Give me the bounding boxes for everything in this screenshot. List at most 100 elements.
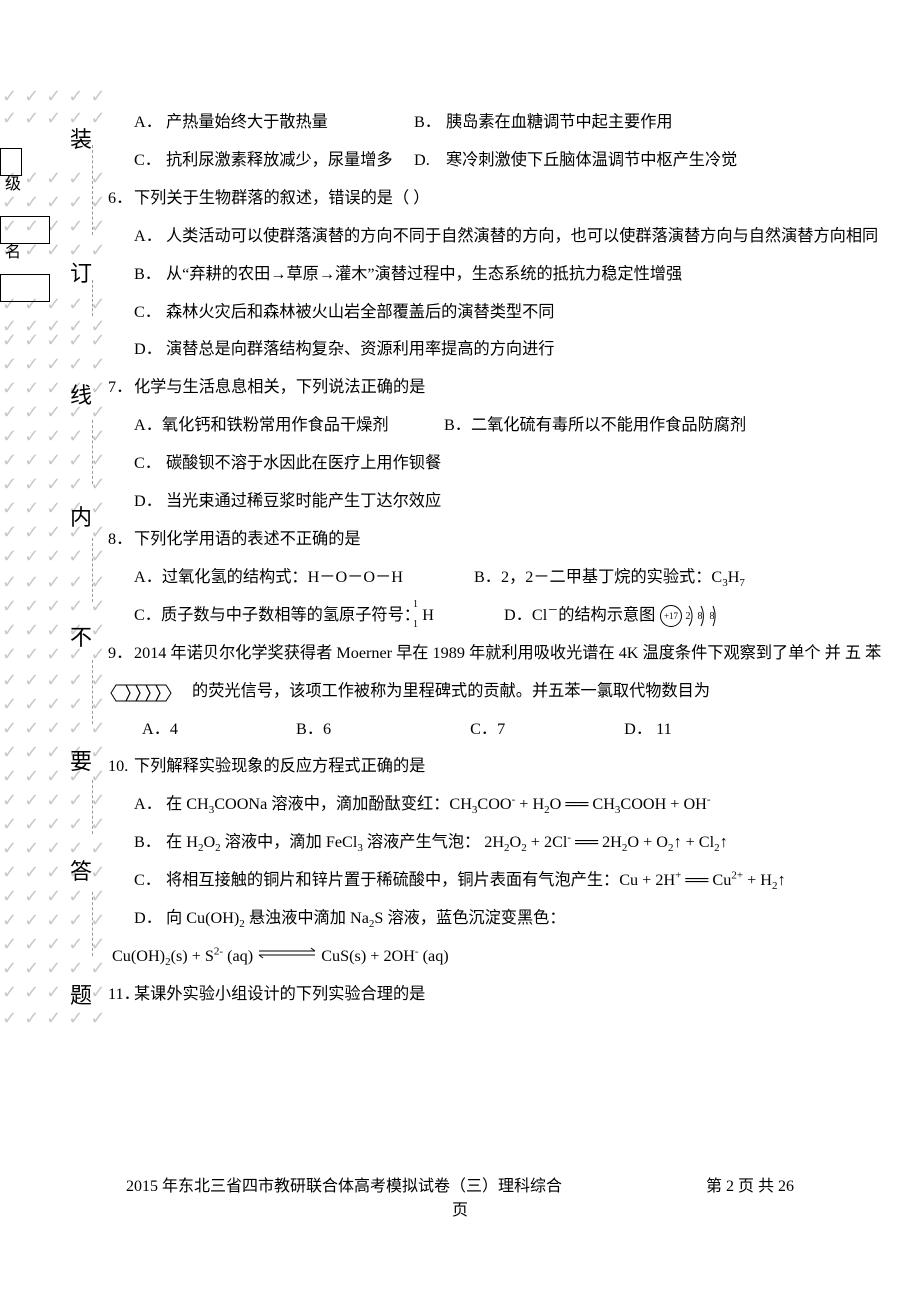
q6-stem: 下列关于生物群落的叙述，错误的是（ ） <box>134 180 908 218</box>
q6-D: 演替总是向群落结构复杂、资源利用率提高的方向进行 <box>166 331 908 369</box>
svg-text:+17: +17 <box>664 611 679 621</box>
q8-B: 2，2－二甲基丁烷的实验式：C3H7 <box>501 559 745 597</box>
q6-C: 森林火灾后和森林被火山岩全部覆盖后的演替类型不同 <box>166 294 908 332</box>
q9-A: 4 <box>170 720 178 738</box>
bg-check-row: ✓ ✓ ✓ ✓ ✓ <box>2 1008 90 1030</box>
q8-B-label: B． <box>474 559 501 597</box>
q10-D: 向 Cu(OH)2 悬浊液中滴加 Na2S 溶液，蓝色沉淀变黑色： <box>166 900 908 938</box>
q6-B: 从“弃耕的农田→草原→灌木”演替过程中，生态系统的抵抗力稳定性增强 <box>166 256 908 294</box>
left-label-a: 级 <box>5 170 21 194</box>
svg-text:8: 8 <box>698 611 703 622</box>
page-footer: 2015 年东北三省四市教研联合体高考模拟试卷（三）理科综合 第 2 页 共 2… <box>0 1172 920 1220</box>
bg-check-row: ✓ ✓ ✓ ✓ ✓ <box>2 330 90 352</box>
left-label-b: 名 <box>5 238 21 262</box>
q10-A: 在 CH3COONa 溶液中，滴加酚酞变红：CH3COO- + H2O ══ C… <box>166 786 908 824</box>
q9-B: 6 <box>323 720 331 738</box>
q9-A-label: A． <box>142 720 170 738</box>
seal-char: 内 <box>70 500 92 532</box>
q5-C-label: C． <box>134 142 166 180</box>
q10-D-label: D． <box>134 900 162 938</box>
q9-num: 9． <box>108 635 132 673</box>
q6-D-label: D． <box>134 331 162 369</box>
q8-stem: 下列化学用语的表述不正确的是 <box>134 521 908 559</box>
bg-check-row: ✓ ✓ ✓ ✓ ✓ <box>2 86 90 108</box>
q6-A-label: A． <box>134 218 162 256</box>
q7-B-label: B． <box>444 407 471 445</box>
q7-C: 碳酸钡不溶于水因此在医疗上用作钡餐 <box>166 445 908 483</box>
q8-C: 质子数与中子数相等的氢原子符号：H11 <box>161 597 434 635</box>
q10-A-label: A． <box>134 786 162 824</box>
q8-A: 过氧化氢的结构式：H－O－O－H <box>162 559 403 597</box>
bg-check-row: ✓ ✓ ✓ ✓ ✓ <box>2 474 90 496</box>
q8-A-label: A． <box>134 559 162 597</box>
atom-diagram-icon: +17 2 8 8 <box>659 602 721 630</box>
pentacene-diagram-icon <box>108 681 188 703</box>
q8-D-label: D． <box>504 597 532 635</box>
bg-check-row: ✓ ✓ ✓ ✓ ✓ <box>2 354 90 376</box>
q10-C-label: C． <box>134 862 161 900</box>
bg-check-row: ✓ ✓ ✓ ✓ ✓ <box>2 958 90 980</box>
q6-num: 6． <box>108 180 132 218</box>
svg-text:8: 8 <box>710 611 715 622</box>
seal-char: 不 <box>70 620 92 652</box>
seal-char: 要 <box>70 744 92 776</box>
q8-D: Cl－的结构示意图 +17 2 <box>532 597 721 635</box>
exam-content: A．产热量始终大于散热量 B．胰岛素在血糖调节中起主要作用 C．抗利尿激素释放减… <box>108 104 908 1014</box>
q9-D: 11 <box>652 720 672 738</box>
bg-check-row: ✓ ✓ ✓ ✓ ✓ <box>2 450 90 472</box>
q5-D: 寒冷刺激使下丘脑体温调节中枢产生冷觉 <box>446 142 737 180</box>
q6-C-label: C． <box>134 294 161 332</box>
q5-B: 胰岛素在血糖调节中起主要作用 <box>446 104 673 142</box>
q11-stem: 某课外实验小组设计的下列实验合理的是 <box>134 976 908 1014</box>
q5-C: 抗利尿激素释放减少，尿量增多 <box>166 142 393 180</box>
q7-A: 氧化钙和铁粉常用作食品干燥剂 <box>162 407 389 445</box>
footer-title: 2015 年东北三省四市教研联合体高考模拟试卷（三）理科综合 <box>126 1172 562 1196</box>
bg-check-row: ✓ ✓ ✓ ✓ ✓ <box>2 910 90 932</box>
seal-char: 装 <box>70 122 92 154</box>
svg-text:2: 2 <box>686 611 691 622</box>
seal-char: 线 <box>70 378 92 410</box>
q9-C-label: C． <box>470 720 497 738</box>
bg-check-row: ✓ ✓ ✓ ✓ ✓ <box>2 790 90 812</box>
q5-B-label: B． <box>414 104 446 142</box>
q5-A: 产热量始终大于散热量 <box>166 104 328 142</box>
q10-num: 10. <box>108 748 128 786</box>
q9-D-label: D． <box>624 720 652 738</box>
q7-stem: 化学与生活息息相关，下列说法正确的是 <box>134 369 908 407</box>
bg-check-row: ✓ ✓ ✓ ✓ ✓ <box>2 934 90 956</box>
bg-check-row: ✓ ✓ ✓ ✓ ✓ <box>2 192 90 214</box>
bg-check-row: ✓ ✓ ✓ ✓ ✓ <box>2 814 90 836</box>
q11-num: 11． <box>108 976 140 1014</box>
q10-B-label: B． <box>134 824 161 862</box>
q9-C: 7 <box>497 720 505 738</box>
bg-check-row: ✓ ✓ ✓ ✓ ✓ <box>2 426 90 448</box>
bg-check-row: ✓ ✓ ✓ ✓ ✓ <box>2 718 90 740</box>
bg-check-row: ✓ ✓ ✓ ✓ ✓ <box>2 670 90 692</box>
q7-B: 二氧化硫有毒所以不能用作食品防腐剂 <box>471 407 746 445</box>
bg-check-row: ✓ ✓ ✓ ✓ ✓ <box>2 694 90 716</box>
bg-check-row: ✓ ✓ ✓ ✓ ✓ <box>2 886 90 908</box>
q10-stem: 下列解释实验现象的反应方程式正确的是 <box>134 748 908 786</box>
q7-D-label: D． <box>134 483 162 521</box>
q8-num: 8． <box>108 521 132 559</box>
q9-stem: 2014 年诺贝尔化学奖获得者 Moerner 早在 1989 年就利用吸收光谱… <box>108 644 881 700</box>
q10-B: 在 H2O2 溶液中，滴加 FeCl3 溶液产生气泡： 2H2O2 + 2Cl-… <box>166 824 908 862</box>
q7-D: 当光束通过稀豆浆时能产生丁达尔效应 <box>166 483 908 521</box>
q7-C-label: C． <box>134 445 161 483</box>
q5-A-label: A． <box>134 104 166 142</box>
q8-C-label: C． <box>134 597 161 635</box>
q10-D-eq: Cu(OH)2(s) + S2- (aq) CuS(s) + 2OH- (aq) <box>112 938 908 976</box>
q10-C: 将相互接触的铜片和锌片置于稀硫酸中，铜片表面有气泡产生：Cu + 2H+ ══ … <box>166 862 908 900</box>
q9-B-label: B． <box>296 720 323 738</box>
q6-B-label: B． <box>134 256 161 294</box>
seal-char: 题 <box>70 978 92 1010</box>
q6-A: 人类活动可以使群落演替的方向不同于自然演替的方向，也可以使群落演替方向与自然演替… <box>166 218 908 256</box>
bg-check-row: ✓ ✓ ✓ ✓ ✓ <box>2 546 90 568</box>
bg-check-row: ✓ ✓ ✓ ✓ ✓ <box>2 572 90 594</box>
q7-num: 7． <box>108 369 132 407</box>
seal-char: 答 <box>70 854 92 886</box>
q7-A-label: A． <box>134 407 162 445</box>
q5-D-label: D. <box>414 142 446 180</box>
bg-check-row: ✓ ✓ ✓ ✓ ✓ <box>2 596 90 618</box>
seal-char: 订 <box>70 256 92 288</box>
